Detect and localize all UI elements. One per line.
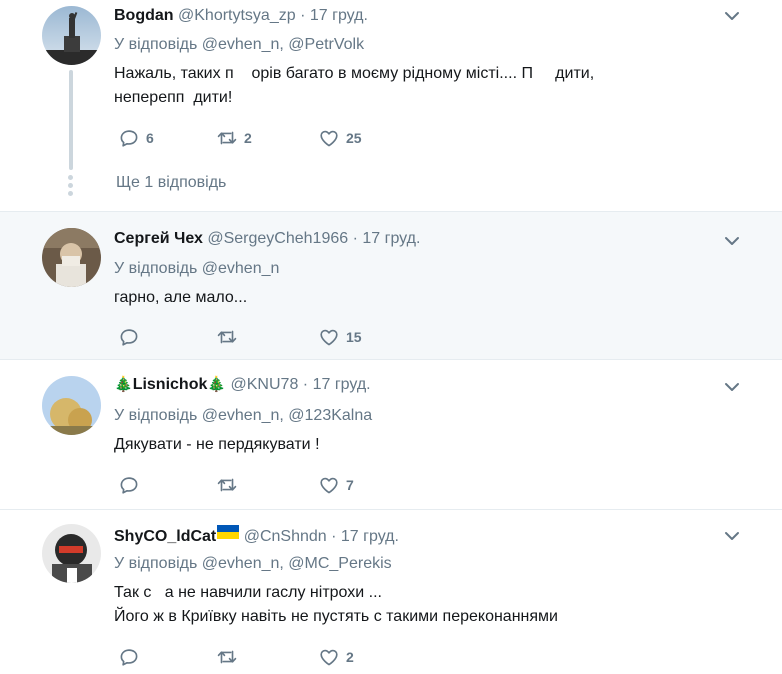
tree-emoji-icon: 🎄 <box>207 376 227 393</box>
reply-prefix: У відповідь <box>114 407 198 424</box>
tweet-actions: 7 <box>114 474 534 498</box>
avatar[interactable] <box>42 6 101 65</box>
chevron-down-icon[interactable] <box>722 526 742 546</box>
like-icon <box>318 326 340 348</box>
like-count: 15 <box>346 329 362 345</box>
user-handle[interactable]: @SergeyCheh1966 <box>207 230 348 247</box>
separator-dot: · <box>302 376 309 393</box>
like-button[interactable]: 15 <box>318 326 362 348</box>
reply-context: У відповідь @evhen_n, @MC_Perekis <box>114 554 392 574</box>
tweet-header: Bogdan @Khortytsya_zp · 17 груд. <box>114 6 368 26</box>
like-button[interactable]: 7 <box>318 474 354 496</box>
avatar[interactable] <box>42 376 101 435</box>
timestamp[interactable]: 17 груд. <box>362 230 420 247</box>
like-count: 2 <box>346 649 354 665</box>
tweet-text: гарно, але мало... <box>114 286 714 310</box>
display-name[interactable]: Lisnichok <box>133 376 208 393</box>
retweet-icon <box>216 646 238 668</box>
retweet-icon <box>216 474 238 496</box>
tweet-text-line: Дякувати - не пердякувати ! <box>114 436 320 453</box>
retweet-icon <box>216 127 238 149</box>
thread-line <box>69 70 73 170</box>
tweet-text: Так с а не навчили гаслу нітрохи ... Йог… <box>114 581 714 629</box>
chevron-down-icon[interactable] <box>722 231 742 251</box>
avatar[interactable] <box>42 524 101 583</box>
tweet-actions: 15 <box>114 326 534 350</box>
tweet-text: Дякувати - не пердякувати ! <box>114 433 714 457</box>
reply-icon <box>118 326 140 348</box>
retweet-button[interactable] <box>216 646 244 668</box>
reply-mentions[interactable]: @evhen_n, @123Kalna <box>202 407 372 424</box>
timestamp[interactable]: 17 груд. <box>313 376 371 393</box>
separator-dot: · <box>352 230 358 247</box>
like-button[interactable]: 25 <box>318 127 362 149</box>
tweet-text-line: Нажаль, таких п орів багато в моєму рідн… <box>114 65 595 82</box>
tweet-text-line: гарно, але мало... <box>114 289 248 306</box>
retweet-button[interactable]: 2 <box>216 127 252 149</box>
reply-mentions[interactable]: @evhen_n, @MC_Perekis <box>202 555 392 572</box>
display-name[interactable]: Bogdan <box>114 7 174 24</box>
reply-button[interactable] <box>118 646 146 668</box>
display-name[interactable]: Сергей Чех <box>114 230 203 247</box>
user-handle[interactable]: @Khortytsya_zp <box>178 7 296 24</box>
reply-prefix: У відповідь <box>114 555 198 572</box>
reply-count: 6 <box>146 130 154 146</box>
reply-context: У відповідь @evhen_n, @123Kalna <box>114 406 372 426</box>
avatar[interactable] <box>42 228 101 287</box>
retweet-count: 2 <box>244 130 252 146</box>
tweet-actions: 2 <box>114 646 534 670</box>
like-button[interactable]: 2 <box>318 646 354 668</box>
tweet-actions: 6 2 25 <box>114 127 534 151</box>
chevron-down-icon[interactable] <box>722 6 742 26</box>
user-handle[interactable]: @CnShndn <box>244 528 327 545</box>
tweet-header: 🎄Lisnichok🎄 @KNU78 · 17 груд. <box>114 375 371 395</box>
reply-context: У відповідь @evhen_n, @PetrVolk <box>114 35 364 55</box>
chevron-down-icon[interactable] <box>722 377 742 397</box>
tweet-bogdan[interactable]: Bogdan @Khortytsya_zp · 17 груд. У відпо… <box>0 0 782 212</box>
more-replies-link[interactable]: Ще 1 відповідь <box>116 174 226 192</box>
reply-icon <box>118 646 140 668</box>
like-count: 7 <box>346 477 354 493</box>
user-handle[interactable]: @KNU78 <box>231 376 299 393</box>
reply-mentions[interactable]: @evhen_n, @PetrVolk <box>202 36 364 53</box>
separator-dot: · <box>331 528 337 545</box>
reply-prefix: У відповідь <box>114 260 198 277</box>
reply-button[interactable] <box>118 474 146 496</box>
tweet-text-line: неперепп дити! <box>114 89 233 106</box>
timestamp[interactable]: 17 груд. <box>310 7 368 24</box>
reply-button[interactable] <box>118 326 146 348</box>
reply-button[interactable]: 6 <box>118 127 154 149</box>
tweet-text-line: Його ж в Криївку навіть не пустять с так… <box>114 608 558 625</box>
reply-icon <box>118 474 140 496</box>
retweet-button[interactable] <box>216 474 244 496</box>
retweet-icon <box>216 326 238 348</box>
tweet-text-line: Так с а не навчили гаслу нітрохи ... <box>114 584 382 601</box>
thread-dots <box>68 175 73 199</box>
separator-dot: · <box>300 7 306 24</box>
reply-mentions[interactable]: @evhen_n <box>202 260 280 277</box>
tweet-shycoldcat[interactable]: ShyCO_ldCat🇺🇦 @CnShndn · 17 груд. У відп… <box>0 510 782 674</box>
retweet-button[interactable] <box>216 326 244 348</box>
like-icon <box>318 474 340 496</box>
display-name[interactable]: ShyCO_ldCat <box>114 528 216 545</box>
ukraine-flag-icon: 🇺🇦 <box>217 525 240 539</box>
tweet-text: Нажаль, таких п орів багато в моєму рідн… <box>114 62 714 110</box>
tweet-header: Сергей Чех @SergeyCheh1966 · 17 груд. <box>114 229 420 249</box>
like-count: 25 <box>346 130 362 146</box>
reply-prefix: У відповідь <box>114 36 198 53</box>
tweet-sergey[interactable]: Сергей Чех @SergeyCheh1966 · 17 груд. У … <box>0 212 782 360</box>
tree-emoji-icon: 🎄 <box>114 376 133 393</box>
tweet-header: ShyCO_ldCat🇺🇦 @CnShndn · 17 груд. <box>114 525 399 547</box>
reply-icon <box>118 127 140 149</box>
timestamp[interactable]: 17 груд. <box>341 528 399 545</box>
reply-context: У відповідь @evhen_n <box>114 259 279 279</box>
like-icon <box>318 127 340 149</box>
tweet-lisnichok[interactable]: 🎄Lisnichok🎄 @KNU78 · 17 груд. У відповід… <box>0 360 782 510</box>
like-icon <box>318 646 340 668</box>
